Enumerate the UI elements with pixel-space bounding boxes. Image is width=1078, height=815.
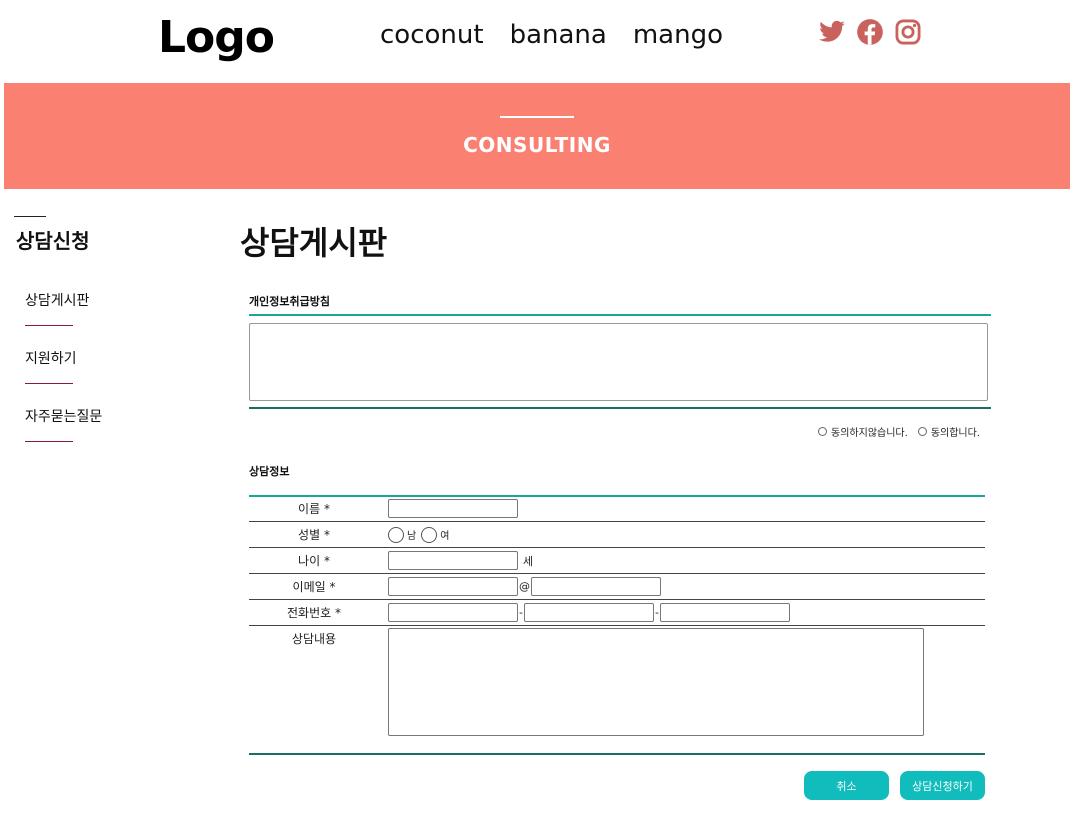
social-links — [818, 18, 922, 46]
age-input[interactable] — [388, 551, 518, 570]
instagram-icon[interactable] — [894, 18, 922, 46]
sidebar-menu: 상담게시판 지원하기 자주묻는질문 — [25, 290, 135, 464]
twitter-icon[interactable] — [818, 18, 846, 46]
sidebar-item-underline — [25, 325, 73, 326]
cancel-button[interactable]: 취소 — [804, 771, 889, 800]
phone-label: 전화번호 * — [287, 606, 341, 620]
form-row-content: 상담내용 — [249, 626, 985, 738]
sidebar-item-underline — [25, 441, 73, 442]
logo[interactable]: Logo — [158, 12, 275, 63]
email-at-sign: @ — [519, 580, 530, 593]
facebook-icon[interactable] — [856, 18, 884, 46]
banner-divider — [500, 116, 574, 118]
sidebar-top-line — [14, 216, 46, 217]
consult-info-label: 상담정보 — [249, 465, 290, 478]
gender-male-radio[interactable] — [388, 526, 404, 543]
sidebar-item-label: 자주묻는질문 — [25, 409, 103, 425]
gender-label: 성별 * — [298, 528, 330, 542]
consult-form: 이름 * 성별 * 남 여 나이 * 세 이메일 * @ 전화번호 * - - … — [249, 496, 985, 738]
form-row-email: 이메일 * @ — [249, 574, 985, 600]
privacy-policy-textarea[interactable] — [249, 323, 988, 401]
email-domain-input[interactable] — [531, 577, 661, 596]
nav-item-coconut[interactable]: coconut — [380, 20, 484, 50]
phone-separator: - — [654, 606, 659, 619]
gender-female-radio[interactable] — [421, 526, 438, 543]
sidebar-item-underline — [25, 383, 73, 384]
content-label: 상담내용 — [291, 632, 337, 646]
phone-part1-input[interactable] — [388, 603, 518, 622]
disagree-radio[interactable] — [818, 427, 828, 436]
phone-separator: - — [519, 606, 523, 619]
form-bottom-divider — [249, 753, 985, 755]
age-unit: 세 — [523, 554, 534, 568]
email-id-input[interactable] — [388, 577, 518, 596]
agree-radio[interactable] — [917, 427, 927, 436]
sidebar-item-apply[interactable]: 지원하기 — [25, 348, 135, 406]
agree-label: 동의합니다. — [930, 428, 980, 439]
sidebar-title: 상담신청 — [16, 229, 90, 253]
banner-title: CONSULTING — [463, 133, 611, 157]
sidebar-item-board[interactable]: 상담게시판 — [25, 290, 135, 348]
form-row-age: 나이 * 세 — [249, 548, 985, 574]
sidebar-item-faq[interactable]: 자주묻는질문 — [25, 406, 135, 464]
page-banner: CONSULTING — [4, 83, 1070, 189]
form-row-gender: 성별 * 남 여 — [249, 522, 985, 548]
nav-item-mango[interactable]: mango — [633, 20, 723, 50]
content-textarea[interactable] — [388, 628, 924, 736]
form-row-phone: 전화번호 * - - — [249, 600, 985, 626]
agreement-options: 동의하지않습니다. 동의합니다. — [812, 424, 980, 439]
age-label: 나이 * — [298, 554, 330, 568]
email-label: 이메일 * — [292, 580, 336, 594]
name-input[interactable] — [388, 499, 518, 518]
phone-part3-input[interactable] — [659, 603, 790, 622]
disagree-label: 동의하지않습니다. — [831, 428, 908, 439]
gender-female-label: 여 — [440, 531, 450, 542]
submit-consult-button[interactable]: 상담신청하기 — [900, 771, 985, 800]
sidebar-item-label: 지원하기 — [25, 351, 77, 367]
privacy-top-divider — [249, 314, 991, 316]
form-row-name: 이름 * — [249, 496, 985, 522]
nav-item-banana[interactable]: banana — [510, 20, 607, 50]
phone-part2-input[interactable] — [523, 603, 654, 622]
privacy-bottom-divider — [249, 407, 991, 409]
privacy-policy-label: 개인정보취급방침 — [249, 295, 330, 308]
sidebar-item-label: 상담게시판 — [25, 293, 90, 309]
page-title: 상담게시판 — [240, 224, 388, 262]
gender-male-label: 남 — [407, 531, 417, 542]
name-label: 이름 * — [298, 502, 330, 516]
main-nav: coconut banana mango — [380, 20, 723, 50]
